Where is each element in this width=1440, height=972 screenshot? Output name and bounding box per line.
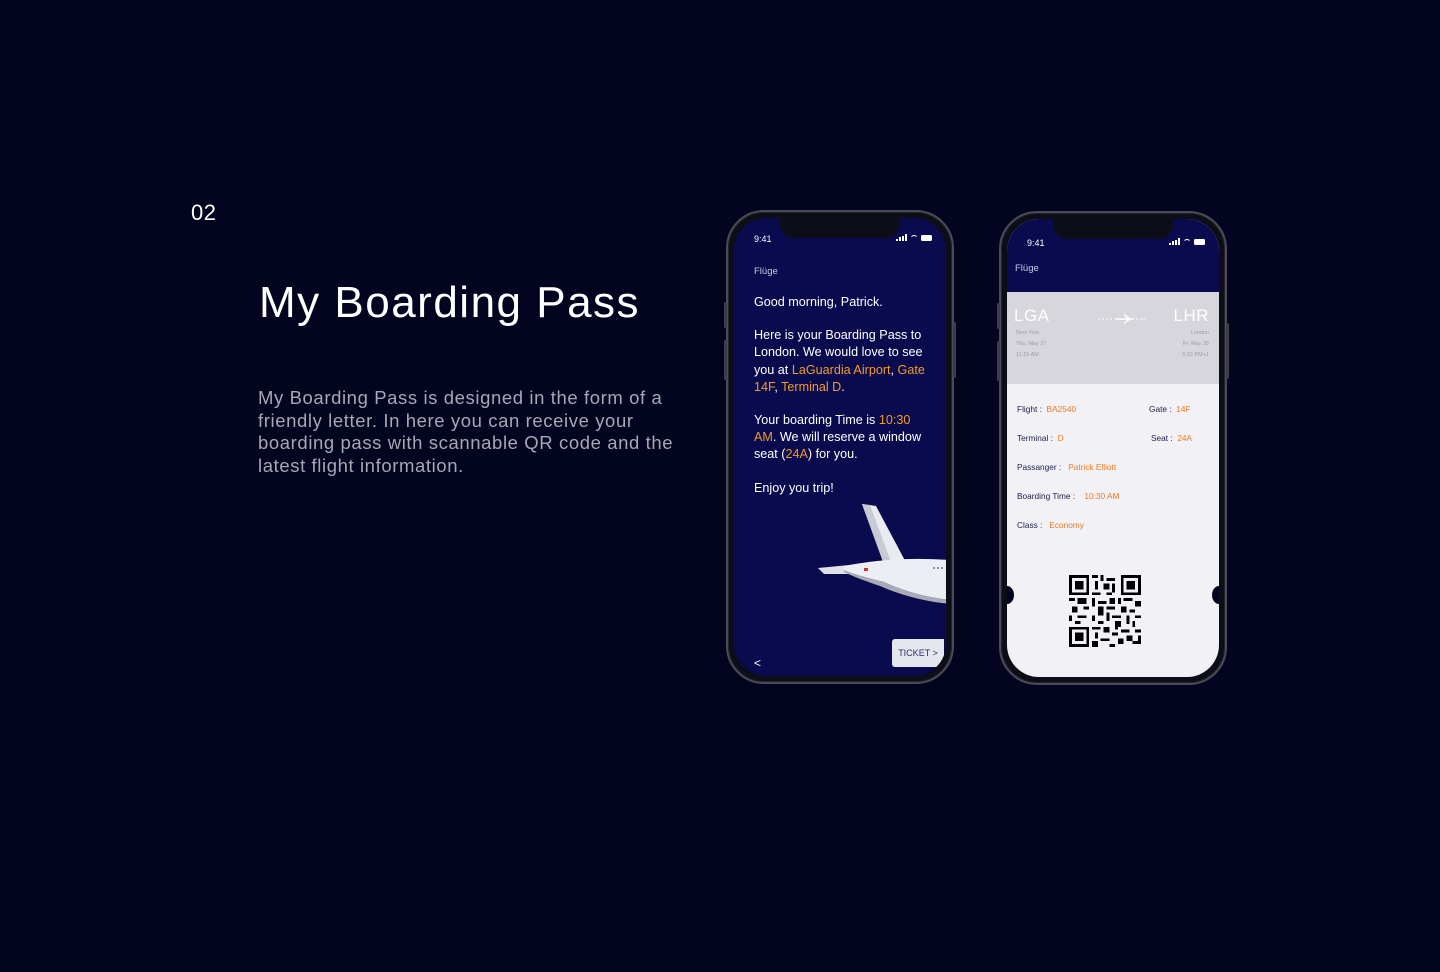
page-title: My Boarding Pass bbox=[259, 278, 641, 327]
letter-paragraph-gate: Here is your Boarding Pass to London. We… bbox=[754, 328, 925, 394]
letter-greeting: Good morning, Patrick. bbox=[754, 295, 883, 309]
flight-row: Flight : BA2540 bbox=[1017, 404, 1077, 414]
letter-closing: Enjoy you trip! bbox=[754, 480, 834, 495]
boarding-letter: Good morning, Patrick. Here is your Boar… bbox=[754, 294, 930, 513]
back-button[interactable]: < bbox=[754, 656, 761, 670]
battery-icon bbox=[921, 234, 932, 241]
letter-paragraph-time: Your boarding Time is 10:30 AM. We will … bbox=[754, 413, 922, 462]
status-bar: 9:41 bbox=[1027, 238, 1205, 250]
seat-row: Seat : 24A bbox=[1151, 433, 1193, 443]
status-time: 9:41 bbox=[754, 234, 772, 244]
seat-highlight: 24A bbox=[785, 447, 808, 462]
battery-icon bbox=[1194, 238, 1205, 245]
passenger-row: Passanger : Patrick Elliott bbox=[1017, 462, 1117, 472]
status-time: 9:41 bbox=[1027, 238, 1045, 248]
phone-letter-mockup: 9:41 Flüge Good morning, Patrick. Here i… bbox=[724, 210, 956, 684]
class-row: Class : Economy bbox=[1017, 520, 1084, 530]
nav-back-label[interactable]: Flüge bbox=[1015, 263, 1039, 274]
class-value: Economy bbox=[1049, 520, 1084, 530]
ticket-screen: 9:41 Flüge LGA New York Thu, May 27 11:1… bbox=[1007, 219, 1219, 677]
destination-info: London Fr, May 28 5:22 PM+1 bbox=[1182, 330, 1209, 358]
nav-back-label[interactable]: Flüge bbox=[754, 266, 778, 277]
origin-code: LGA bbox=[1014, 306, 1050, 325]
seat-value: 24A bbox=[1177, 433, 1193, 443]
route-plane-icon bbox=[1098, 314, 1145, 324]
status-icons bbox=[1169, 238, 1205, 245]
boarding-time-row: Boarding Time : 10:30 AM bbox=[1017, 491, 1120, 501]
terminal-row: Terminal : D bbox=[1017, 433, 1064, 443]
airport-highlight: LaGuardia Airport bbox=[791, 362, 891, 377]
phone-ticket-mockup: 9:41 Flüge LGA New York Thu, May 27 11:1… bbox=[997, 211, 1229, 685]
gate-value: 14F bbox=[1176, 404, 1191, 414]
phone-notch bbox=[1053, 219, 1173, 239]
phone-side-button bbox=[997, 303, 1000, 329]
qr-code bbox=[1069, 575, 1141, 647]
ticket-notch-right bbox=[1212, 586, 1219, 604]
phone-volume-button bbox=[724, 340, 727, 380]
origin-info: New York Thu, May 27 11:15 AM bbox=[1016, 330, 1047, 358]
phone-side-button bbox=[724, 302, 727, 328]
flight-route-band: LGA New York Thu, May 27 11:15 AM LHR Lo… bbox=[1007, 292, 1219, 384]
signal-icon bbox=[1169, 238, 1180, 245]
wifi-icon bbox=[910, 234, 918, 241]
signal-icon bbox=[896, 234, 907, 241]
ticket-button[interactable]: TICKET > bbox=[892, 639, 944, 667]
status-bar: 9:41 bbox=[754, 234, 932, 246]
section-description: My Boarding Pass is designed in the form… bbox=[258, 387, 674, 476]
terminal-highlight: Terminal D bbox=[781, 379, 842, 394]
phone-power-button bbox=[1226, 323, 1229, 379]
phone-volume-button bbox=[997, 341, 1000, 381]
boarding-time-value: 10:30 AM bbox=[1084, 491, 1120, 501]
flight-value: BA2540 bbox=[1046, 404, 1077, 414]
wifi-icon bbox=[1183, 238, 1191, 245]
phone-power-button bbox=[953, 322, 956, 378]
passenger-value: Patrick Elliott bbox=[1068, 462, 1117, 472]
section-number: 02 bbox=[191, 200, 217, 225]
gate-row: Gate : 14F bbox=[1149, 404, 1191, 414]
airplane-illustration bbox=[818, 504, 946, 604]
terminal-value: D bbox=[1057, 433, 1064, 443]
status-icons bbox=[896, 234, 932, 241]
destination-code: LHR bbox=[1173, 306, 1209, 325]
letter-screen: 9:41 Flüge Good morning, Patrick. Here i… bbox=[734, 218, 946, 676]
ticket-notch-left bbox=[1007, 586, 1014, 604]
